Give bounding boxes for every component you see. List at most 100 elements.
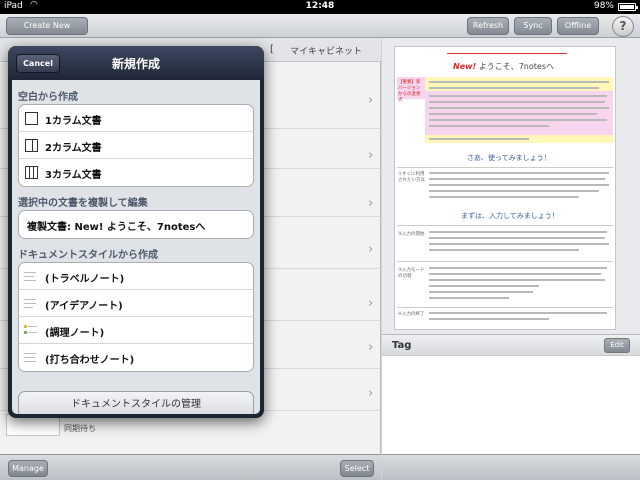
preview-line: [429, 196, 579, 198]
refresh-button[interactable]: Refresh: [467, 17, 509, 35]
document-style-group: (トラベルノート) (アイデアノート) (調理ノート) (打ち合わせノート): [18, 262, 254, 372]
template-label: 1カラム文書: [45, 116, 102, 127]
preview-line: [429, 95, 607, 97]
style-label: (打ち合わせノート): [45, 355, 135, 366]
chevron-right-icon[interactable]: ›: [368, 296, 373, 311]
tag-edit-button[interactable]: Edit: [604, 338, 630, 353]
sync-button[interactable]: Sync: [514, 17, 552, 35]
chevron-right-icon[interactable]: ›: [368, 242, 373, 257]
preview-line: [429, 237, 605, 239]
preview-divider: [397, 261, 613, 262]
preview-divider: [397, 225, 613, 226]
preview-line: [429, 138, 529, 140]
template-label: 2カラム文書: [45, 143, 102, 154]
preview-divider: [397, 307, 613, 308]
preview-pane: New! ようこそ、7notesへ 【重要】新バージョンからの変更点 さあ、使っ…: [382, 38, 640, 480]
preview-line: [429, 285, 539, 287]
label-step2: ②入力の開始: [398, 232, 425, 237]
chevron-right-icon[interactable]: ›: [368, 386, 373, 401]
preview-line: [429, 249, 579, 251]
preview-line: [429, 190, 599, 192]
clock: 12:48: [305, 1, 335, 11]
preview-title: New! ようこそ、7notesへ: [453, 61, 554, 72]
section-title-blank: 空白から作成: [18, 92, 78, 103]
preview-line: [429, 312, 607, 314]
chevron-right-icon[interactable]: ›: [368, 148, 373, 163]
popover-body: 空白から作成 1カラム文書 2カラム文書 3カラム文書 選択中の文書を複製して編…: [12, 80, 260, 414]
tag-header: Tag Edit: [382, 334, 640, 356]
preview-line: [429, 318, 549, 320]
manage-button[interactable]: Manage: [8, 460, 48, 477]
breadcrumb-bracket: [: [270, 44, 274, 55]
preview-line: [429, 119, 607, 121]
style-label: (調理ノート): [45, 328, 105, 339]
template-label: 3カラム文書: [45, 170, 102, 181]
cabinet-title[interactable]: マイキャビネット: [290, 44, 362, 57]
label-new-version: 【重要】新バージョンからの変更点: [398, 80, 421, 103]
style-idea-note[interactable]: (アイデアノート): [19, 290, 253, 317]
style-label: (トラベルノート): [45, 274, 125, 285]
preview-line: [429, 267, 607, 269]
preview-line: [429, 101, 605, 103]
idea-note-thumbnail-icon: [23, 296, 39, 311]
popover-header: Cancel 新規作成: [8, 46, 264, 80]
style-meeting-note[interactable]: (打ち合わせノート): [19, 344, 253, 371]
preview-line: [429, 113, 597, 115]
three-column-icon: [25, 166, 38, 179]
preview-divider: [397, 167, 613, 168]
preview-line: [429, 125, 549, 127]
style-travel-note[interactable]: (トラベルノート): [19, 263, 253, 290]
tag-title: Tag: [392, 340, 412, 351]
duplicate-group: 複製文書: New! ようこそ、7notesへ: [18, 210, 254, 239]
meeting-note-thumbnail-icon: [23, 350, 39, 365]
preview-line: [429, 273, 601, 275]
duplicate-document-item[interactable]: 複製文書: New! ようこそ、7notesへ: [19, 211, 253, 238]
preview-line: [429, 87, 599, 89]
preview-line: [447, 53, 567, 54]
preview-line: [429, 231, 607, 233]
travel-note-thumbnail-icon: [23, 269, 39, 284]
preview-line: [429, 297, 509, 299]
select-button[interactable]: Select: [340, 460, 374, 477]
manage-styles-button-wrap: ドキュメントスタイルの管理: [18, 391, 254, 414]
offline-button[interactable]: Offline: [557, 17, 599, 35]
style-cooking-note[interactable]: (調理ノート): [19, 317, 253, 344]
label-step3: ③入力モードの切替: [398, 268, 425, 279]
document-preview-area: New! ようこそ、7notesへ 【重要】新バージョンからの変更点 さあ、使っ…: [382, 38, 640, 334]
template-1-column[interactable]: 1カラム文書: [19, 105, 253, 132]
label-step1: ①すぐに利用されたい方は: [398, 172, 425, 183]
preview-line: [429, 243, 609, 245]
preview-bottom-bar: [382, 454, 640, 480]
preview-line: [429, 184, 609, 186]
document-preview-page[interactable]: New! ようこそ、7notesへ 【重要】新バージョンからの変更点 さあ、使っ…: [394, 46, 616, 330]
sync-pending-label: 同期待ち: [64, 424, 96, 433]
battery-percent: 98%: [593, 1, 614, 11]
duplicate-document-label: 複製文書: New! ようこそ、7notesへ: [27, 222, 206, 233]
chevron-right-icon[interactable]: ›: [368, 340, 373, 355]
list-bottom-bar: Manage Select: [0, 454, 381, 480]
chevron-right-icon[interactable]: ›: [368, 196, 373, 211]
section-title-duplicate: 選択中の文書を複製して編集: [18, 198, 148, 209]
manage-styles-button[interactable]: ドキュメントスタイルの管理: [18, 391, 254, 414]
create-new-button[interactable]: Create New: [6, 17, 88, 35]
main-toolbar: Create New Refresh Sync Offline ?: [0, 14, 640, 38]
preview-line: [429, 107, 609, 109]
chevron-right-icon[interactable]: ›: [368, 93, 373, 108]
template-2-column[interactable]: 2カラム文書: [19, 132, 253, 159]
preview-line: [429, 291, 533, 293]
popover-title: 新規作成: [111, 57, 160, 71]
one-column-icon: [25, 112, 38, 125]
create-new-popover: Cancel 新規作成 空白から作成 1カラム文書 2カラム文書 3カラム文書 …: [8, 46, 264, 418]
style-label: (アイデアノート): [45, 301, 123, 312]
help-icon[interactable]: ?: [612, 16, 634, 37]
section-title-styles: ドキュメントスタイルから作成: [18, 250, 158, 261]
blank-template-group: 1カラム文書 2カラム文書 3カラム文書: [18, 104, 254, 187]
cooking-note-thumbnail-icon: [23, 323, 39, 338]
preview-title-text: ようこそ、7notesへ: [476, 62, 554, 71]
template-3-column[interactable]: 3カラム文書: [19, 159, 253, 186]
battery-icon: [618, 3, 638, 11]
preview-line: [429, 178, 605, 180]
preview-section-heading: さあ、使ってみましょう！: [467, 154, 551, 162]
new-badge: New!: [453, 62, 477, 71]
preview-line: [429, 279, 605, 281]
